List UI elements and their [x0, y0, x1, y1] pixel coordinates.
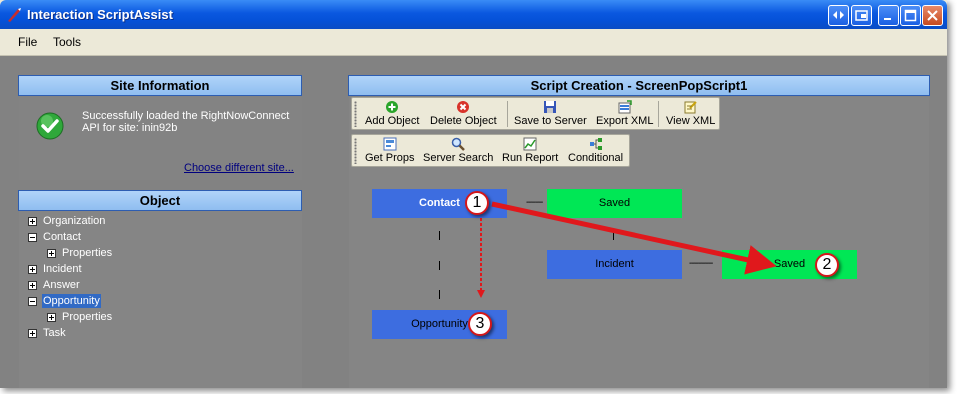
- callout-3: 3: [468, 312, 492, 336]
- export-xml-button[interactable]: Export XML: [596, 100, 653, 127]
- menu-bar: File Tools: [0, 29, 947, 56]
- close-button[interactable]: [922, 5, 943, 26]
- expand-icon[interactable]: [28, 329, 37, 338]
- app-window: Interaction ScriptAssist File Tools Site…: [0, 0, 947, 388]
- view-xml-button[interactable]: View XML: [666, 100, 715, 127]
- callout-1: 1: [465, 191, 489, 215]
- saved-node-1[interactable]: Saved: [547, 189, 682, 218]
- add-icon: [386, 101, 399, 113]
- script-creation-header: Script Creation - ScreenPopScript1: [348, 75, 930, 96]
- floppy-disk-icon: [544, 101, 557, 113]
- server-search-button[interactable]: Server Search: [423, 137, 493, 164]
- connector-vertical: [439, 290, 440, 299]
- add-object-button[interactable]: Add Object: [365, 100, 419, 127]
- site-status-line2: API for site: inin92b: [82, 122, 178, 134]
- collapse-icon[interactable]: [28, 233, 37, 242]
- restore-layout-button[interactable]: [828, 5, 849, 26]
- run-report-button[interactable]: Run Report: [502, 137, 558, 164]
- toolbar-grip[interactable]: [354, 138, 357, 164]
- incident-node[interactable]: Incident: [547, 250, 682, 279]
- script-toolbar-1: Add Object Delete Object Save to Server …: [351, 97, 720, 130]
- expand-icon[interactable]: [47, 313, 56, 322]
- pin-window-button[interactable]: [851, 5, 872, 26]
- expand-icon[interactable]: [28, 217, 37, 226]
- connector-vertical: [613, 231, 614, 240]
- choose-site-link[interactable]: Choose different site...: [184, 162, 294, 174]
- view-xml-icon: [684, 101, 697, 114]
- script-toolbar-2: Get Props Server Search Run Report Condi…: [351, 134, 630, 167]
- expand-icon[interactable]: [47, 249, 56, 258]
- app-quill-icon: [8, 8, 21, 22]
- collapse-icon[interactable]: [28, 297, 37, 306]
- minimize-icon: [884, 18, 891, 20]
- toolbar-separator: [658, 101, 659, 127]
- save-to-server-button[interactable]: Save to Server: [514, 100, 587, 127]
- maximize-button[interactable]: [900, 5, 921, 26]
- site-info-header: Site Information: [18, 75, 302, 96]
- object-header: Object: [18, 190, 302, 211]
- site-status-message: Successfully loaded the RightNowConnect …: [82, 110, 292, 134]
- delete-icon: [457, 101, 470, 113]
- menu-tools[interactable]: Tools: [53, 35, 81, 49]
- toolbar-grip[interactable]: [354, 101, 357, 127]
- delete-object-button[interactable]: Delete Object: [430, 100, 497, 127]
- close-icon: [927, 10, 938, 21]
- success-check-icon: [36, 112, 64, 140]
- expand-icon[interactable]: [28, 265, 37, 274]
- window-pin-icon: [855, 10, 868, 21]
- site-status-line1: Successfully loaded the RightNowConnect: [82, 110, 290, 122]
- maximize-icon: [904, 9, 917, 22]
- contact-node-label: Contact: [419, 197, 460, 209]
- minimize-button[interactable]: [878, 5, 899, 26]
- search-icon: [451, 137, 466, 151]
- export-xml-icon: [618, 100, 632, 114]
- toolbar-separator: [507, 101, 508, 127]
- connector-vertical: [439, 231, 440, 240]
- conditional-button[interactable]: Conditional: [568, 137, 623, 164]
- report-chart-icon: [523, 137, 537, 151]
- connector-contact-saved: -------: [526, 197, 543, 208]
- get-props-button[interactable]: Get Props: [365, 137, 415, 164]
- swap-icon: [833, 11, 844, 19]
- expand-icon[interactable]: [28, 281, 37, 290]
- connector-incident-saved: ----------: [689, 258, 713, 269]
- properties-icon: [383, 137, 397, 151]
- callout-2: 2: [815, 253, 839, 277]
- title-bar[interactable]: Interaction ScriptAssist: [0, 0, 947, 29]
- menu-file[interactable]: File: [18, 35, 37, 49]
- connector-vertical: [439, 261, 440, 270]
- conditional-branch-icon: [589, 138, 602, 150]
- window-title: Interaction ScriptAssist: [27, 7, 173, 22]
